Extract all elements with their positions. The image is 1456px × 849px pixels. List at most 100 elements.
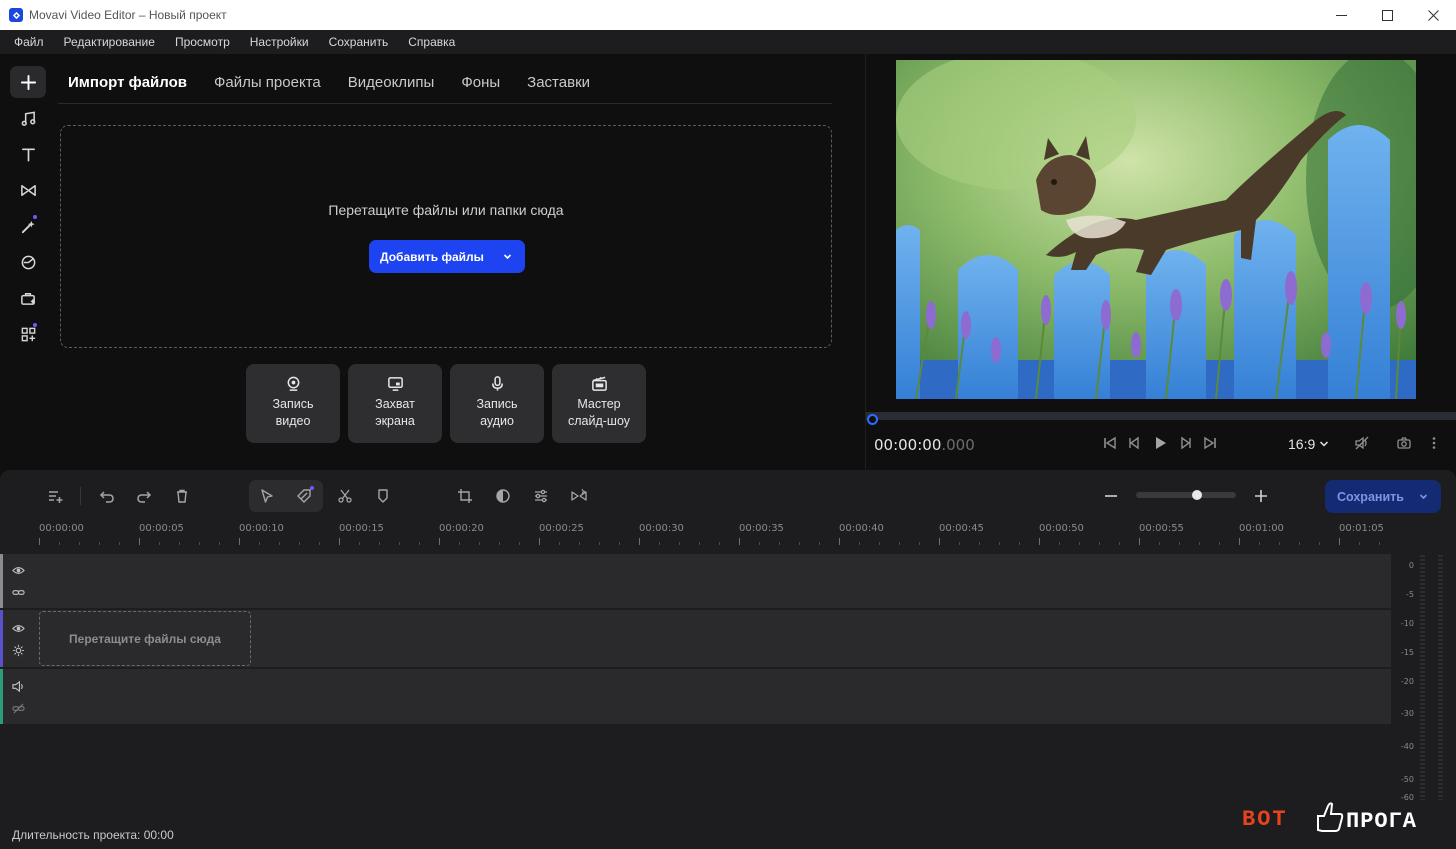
- chevron-down-icon: [1320, 441, 1329, 447]
- track-visibility-toggle[interactable]: [11, 621, 25, 635]
- titles-track[interactable]: [0, 554, 1391, 608]
- seek-bar[interactable]: [866, 412, 1456, 420]
- play-button[interactable]: [1150, 433, 1170, 453]
- clip-properties-button[interactable]: [530, 485, 552, 507]
- minimize-button[interactable]: [1318, 0, 1364, 30]
- new-badge-dot: [310, 486, 314, 490]
- track-mute-toggle[interactable]: [11, 679, 25, 693]
- ruler-minor-tick: [819, 542, 820, 545]
- record-video-button[interactable]: Запись видео: [246, 364, 340, 443]
- track-link-toggle[interactable]: [11, 701, 25, 715]
- ai-tag-icon: [297, 489, 311, 503]
- tab-intros[interactable]: Заставки: [517, 74, 600, 91]
- vu-scale-label: -5: [1406, 590, 1414, 599]
- zoom-out-button[interactable]: [1100, 485, 1122, 507]
- ruler-minor-tick: [99, 542, 100, 545]
- menu-bar: Файл Редактирование Просмотр Настройки С…: [0, 30, 1456, 54]
- marker-button[interactable]: [372, 485, 394, 507]
- file-drop-zone[interactable]: Перетащите файлы или папки сюда Добавить…: [60, 125, 832, 348]
- next-frame-button[interactable]: [1176, 433, 1196, 453]
- track-color-strip: [0, 610, 3, 667]
- more-options-button[interactable]: [1424, 433, 1444, 453]
- screen-capture-button[interactable]: Захват экрана: [348, 364, 442, 443]
- track-effects-toggle[interactable]: [11, 643, 25, 657]
- transition-icon: [20, 184, 36, 196]
- track-drop-target[interactable]: Перетащите файлы сюда: [39, 611, 251, 666]
- previous-frame-button[interactable]: [1124, 433, 1144, 453]
- ruler-minor-tick: [1099, 542, 1100, 545]
- monitor-icon: [387, 377, 403, 391]
- ruler-minor-tick: [599, 542, 600, 545]
- tab-import-files[interactable]: Импорт файлов: [58, 74, 197, 91]
- close-button[interactable]: [1410, 0, 1456, 30]
- snapshot-button[interactable]: [1394, 433, 1414, 453]
- go-to-start-button[interactable]: [1100, 433, 1120, 453]
- undo-button[interactable]: [96, 485, 118, 507]
- track-color-strip: [0, 554, 3, 608]
- rail-effects-button[interactable]: [10, 246, 46, 278]
- window-controls: [1318, 0, 1456, 30]
- menu-help[interactable]: Справка: [398, 35, 465, 49]
- rail-import-button[interactable]: [10, 66, 46, 98]
- add-files-button[interactable]: Добавить файлы: [369, 240, 525, 273]
- rail-stickers-button[interactable]: [10, 282, 46, 314]
- clapperboard-icon: [591, 376, 607, 391]
- track-visibility-toggle[interactable]: [11, 563, 25, 577]
- ruler-minor-tick: [259, 542, 260, 545]
- color-adjust-button[interactable]: [492, 485, 514, 507]
- redo-button[interactable]: [133, 485, 155, 507]
- rail-more-tools-button[interactable]: [10, 318, 46, 350]
- record-audio-button[interactable]: Запись аудио: [450, 364, 544, 443]
- menu-edit[interactable]: Редактирование: [54, 35, 165, 49]
- ruler-minor-tick: [659, 542, 660, 545]
- record-video-label: Запись видео: [272, 397, 314, 428]
- audio-track[interactable]: [0, 669, 1391, 724]
- seek-handle[interactable]: [867, 414, 878, 425]
- zoom-slider[interactable]: [1136, 492, 1236, 498]
- rail-titles-button[interactable]: [10, 138, 46, 170]
- menu-file[interactable]: Файл: [4, 35, 54, 49]
- split-button[interactable]: [334, 485, 356, 507]
- ruler-minor-tick: [379, 542, 380, 545]
- track-link-toggle[interactable]: [11, 585, 25, 599]
- volume-button[interactable]: [1352, 433, 1372, 453]
- ruler-tick-label: 00:00:20: [439, 523, 484, 534]
- tab-project-files[interactable]: Файлы проекта: [204, 74, 331, 91]
- select-tool-button[interactable]: [256, 485, 278, 507]
- ruler-tick-label: 00:00:50: [1039, 523, 1084, 534]
- transition-wizard-button[interactable]: [568, 485, 590, 507]
- crop-button[interactable]: [454, 485, 476, 507]
- zoom-in-button[interactable]: [1250, 485, 1272, 507]
- rail-music-button[interactable]: [10, 102, 46, 134]
- rail-filters-button[interactable]: [10, 210, 46, 242]
- transition-wand-icon: [571, 488, 587, 501]
- ruler-minor-tick: [759, 542, 760, 545]
- webcam-icon: [287, 376, 299, 391]
- ruler-minor-tick: [419, 542, 420, 545]
- ruler-tick-label: 00:00:35: [739, 523, 784, 534]
- tab-backgrounds[interactable]: Фоны: [451, 74, 510, 91]
- vu-scale-label: -40: [1400, 742, 1414, 751]
- add-track-button[interactable]: [44, 485, 66, 507]
- menu-view[interactable]: Просмотр: [165, 35, 240, 49]
- menu-settings[interactable]: Настройки: [240, 35, 319, 49]
- delete-button[interactable]: [171, 485, 193, 507]
- go-to-end-button[interactable]: [1200, 433, 1220, 453]
- ruler-minor-tick: [1279, 542, 1280, 545]
- tab-video-clips[interactable]: Видеоклипы: [338, 74, 445, 91]
- slideshow-wizard-button[interactable]: Мастер слайд-шоу: [552, 364, 646, 443]
- ruler-minor-tick: [319, 542, 320, 545]
- ruler-major-tick: [639, 538, 640, 545]
- export-save-button[interactable]: Сохранить: [1325, 480, 1441, 513]
- ruler-tick-label: 00:00:05: [139, 523, 184, 534]
- rail-transitions-button[interactable]: [10, 174, 46, 206]
- zoom-slider-handle[interactable]: [1192, 490, 1202, 500]
- record-audio-label: Запись аудио: [476, 397, 518, 428]
- maximize-button[interactable]: [1364, 0, 1410, 30]
- unlink-icon: [11, 702, 25, 714]
- aspect-ratio-dropdown[interactable]: 16:9: [1288, 436, 1329, 452]
- menu-save[interactable]: Сохранить: [319, 35, 399, 49]
- shield-marker-icon: [378, 489, 388, 503]
- minus-icon: [1105, 495, 1117, 497]
- video-preview[interactable]: [896, 60, 1416, 399]
